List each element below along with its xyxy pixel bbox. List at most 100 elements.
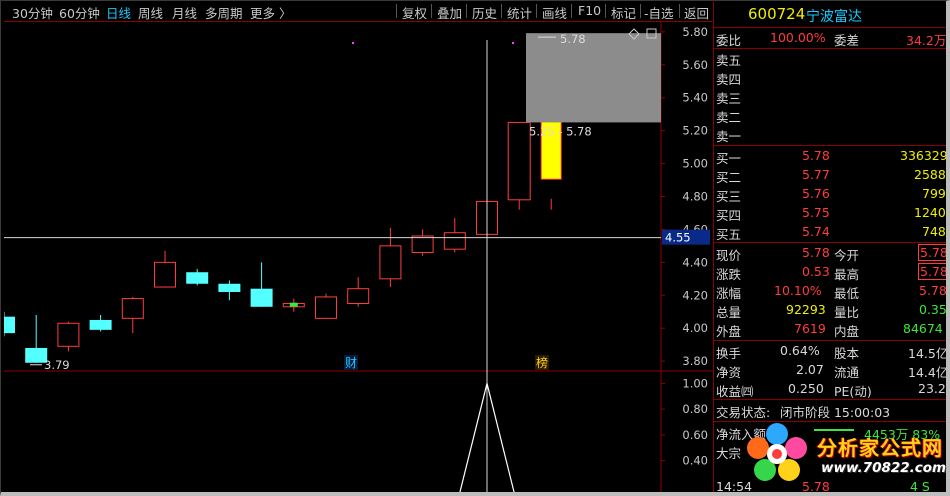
high-price-label: 5.78: [560, 32, 586, 46]
period-60min-tab[interactable]: 60分钟: [59, 3, 100, 22]
weibi-value: 100.00%: [770, 30, 826, 45]
y-tick-label: 5.40: [682, 91, 708, 105]
toolbar-divider: [431, 4, 432, 18]
period-daily-tab[interactable]: 日线: [106, 3, 131, 22]
indicator-tick-label: 1.00: [682, 376, 708, 390]
y-tick-label: 5.60: [682, 58, 708, 72]
zhangfu-row: 涨幅 10.10% 最低 5.78: [714, 282, 946, 301]
chart-toolbar: 30分钟 60分钟 日线 周线 月线 多周期 更多 〉 复权 叠加 历史 统计 …: [4, 0, 712, 22]
divider: [714, 145, 946, 146]
low-price-label: 3.79: [44, 358, 70, 372]
jingzi-label: 净资: [716, 365, 742, 380]
quote-panel: 600724 宁波富达 委比 100.00% 委差 34.2万 卖五 卖四 卖三…: [713, 0, 946, 492]
weicha-value: 34.2万: [906, 33, 946, 48]
status-label: 交易状态:: [716, 405, 771, 420]
xianjia-label: 现价: [716, 248, 742, 263]
period-weekly-tab[interactable]: 周线: [138, 3, 163, 22]
candle-body: [379, 245, 402, 280]
period-more-tab[interactable]: 更多 〉: [250, 3, 291, 22]
back-button[interactable]: 返回: [684, 3, 709, 21]
f10-button[interactable]: F10: [578, 3, 601, 21]
zuidi-value: 5.78: [919, 283, 946, 298]
toolbar-divider: [571, 4, 572, 18]
sell3-row: 卖三: [714, 87, 946, 106]
candle-body: [57, 322, 80, 347]
zuigao-label: 最高: [834, 267, 860, 282]
kline-chart[interactable]: 5.805.605.405.205.004.804.604.404.204.00…: [4, 22, 712, 492]
projection-range-box: [526, 33, 661, 123]
zhangdie-label: 涨跌: [716, 267, 742, 282]
buy1-price: 5.78: [802, 148, 830, 163]
period-multi-tab[interactable]: 多周期: [205, 3, 243, 22]
status-value: 闭市阶段 15:00:03: [780, 405, 891, 420]
shouyi-value: 0.250: [788, 381, 824, 396]
stock-name: 宁波富达: [806, 9, 862, 25]
liutong-value: 14.4亿: [908, 365, 946, 380]
buy1-row: 买一 5.78 336329: [714, 147, 946, 166]
waipan-label: 外盘: [716, 324, 742, 339]
y-tick-label: 4.40: [682, 255, 708, 269]
candle-body: [315, 296, 337, 319]
statistics-button[interactable]: 统计: [507, 3, 532, 21]
zongliang-label: 总量: [716, 305, 742, 320]
mark-button[interactable]: 标记: [611, 3, 636, 21]
site-watermark: 分析家公式网 www.70822.com: [735, 420, 947, 488]
zhangfu-value: 10.10%: [774, 283, 822, 298]
sell3-label: 卖三: [716, 91, 742, 106]
sell4-label: 卖四: [716, 72, 742, 87]
kline-chart-area[interactable]: 5.80 5.60 5.40 5.20 5.00 4.80 4.60 4.40 4.20 4.00…: [4, 22, 712, 492]
waipan-row: 外盘 7619 内盘 84674: [714, 320, 946, 339]
y-tick-label: 4.80: [682, 190, 708, 204]
toolbar-divider: [536, 4, 537, 18]
xianjia-value: 5.78: [802, 245, 830, 260]
sell5-row: 卖五: [714, 49, 946, 68]
range-label: 5.25 - 5.78: [529, 124, 592, 138]
candle-body: [507, 121, 531, 201]
candle-body: [250, 288, 273, 307]
candle-body: [121, 298, 144, 319]
draw-line-button[interactable]: 画线: [542, 3, 567, 21]
sell1-row: 卖一: [714, 125, 946, 144]
buy3-label: 买三: [716, 189, 742, 204]
buy1-volume: 336329: [900, 148, 946, 163]
pe-value: 23.2: [918, 381, 946, 396]
crosshair-value: 4.55: [665, 231, 691, 245]
buy1-label: 买一: [716, 151, 742, 166]
flower-logo: [747, 423, 807, 481]
sell2-label: 卖二: [716, 110, 742, 125]
signal-dot: [352, 42, 354, 44]
candle-body: [89, 319, 112, 330]
shouyi-label: 收益㈣: [716, 384, 754, 399]
period-monthly-tab[interactable]: 月线: [172, 3, 197, 22]
zongliang-row: 总量 92293 量比 0.35: [714, 301, 946, 320]
neipan-label: 内盘: [834, 324, 860, 339]
fuquan-button[interactable]: 复权: [402, 3, 427, 21]
y-tick-label: 4.20: [682, 288, 708, 302]
weicha-label: 委差: [834, 33, 860, 48]
remove-watchlist-button[interactable]: -自选: [644, 3, 674, 21]
zhangfu-label: 涨幅: [716, 286, 742, 301]
buy4-row: 买四 5.75 1240: [714, 204, 946, 223]
period-30min-tab[interactable]: 30分钟: [12, 3, 53, 22]
guben-label: 股本: [834, 346, 860, 361]
buy2-price: 5.77: [802, 167, 830, 182]
zhangdie-value: 0.53: [802, 264, 830, 279]
buy2-row: 买二 5.77 2588: [714, 166, 946, 185]
buy2-label: 买二: [716, 170, 742, 185]
marker-bang: 榜: [536, 355, 548, 370]
candle-body: [347, 288, 370, 305]
candle-body: [218, 283, 241, 292]
divider: [714, 340, 946, 341]
y-tick-label: 5.00: [682, 157, 708, 171]
candle-body: [186, 272, 209, 284]
xianjia-row: 现价 5.78 今开 5.78: [714, 244, 946, 263]
watermark-title: 分析家公式网: [817, 436, 943, 460]
sell1-label: 卖一: [716, 129, 742, 144]
liangbi-value: 0.35: [919, 302, 946, 317]
history-button[interactable]: 历史: [472, 3, 497, 21]
overlay-button[interactable]: 叠加: [437, 3, 462, 21]
buy5-volume: 748: [922, 224, 946, 239]
status-row: 交易状态: 闭市阶段 15:00:03: [714, 401, 946, 420]
divider: [714, 399, 946, 400]
sell4-row: 卖四: [714, 68, 946, 87]
